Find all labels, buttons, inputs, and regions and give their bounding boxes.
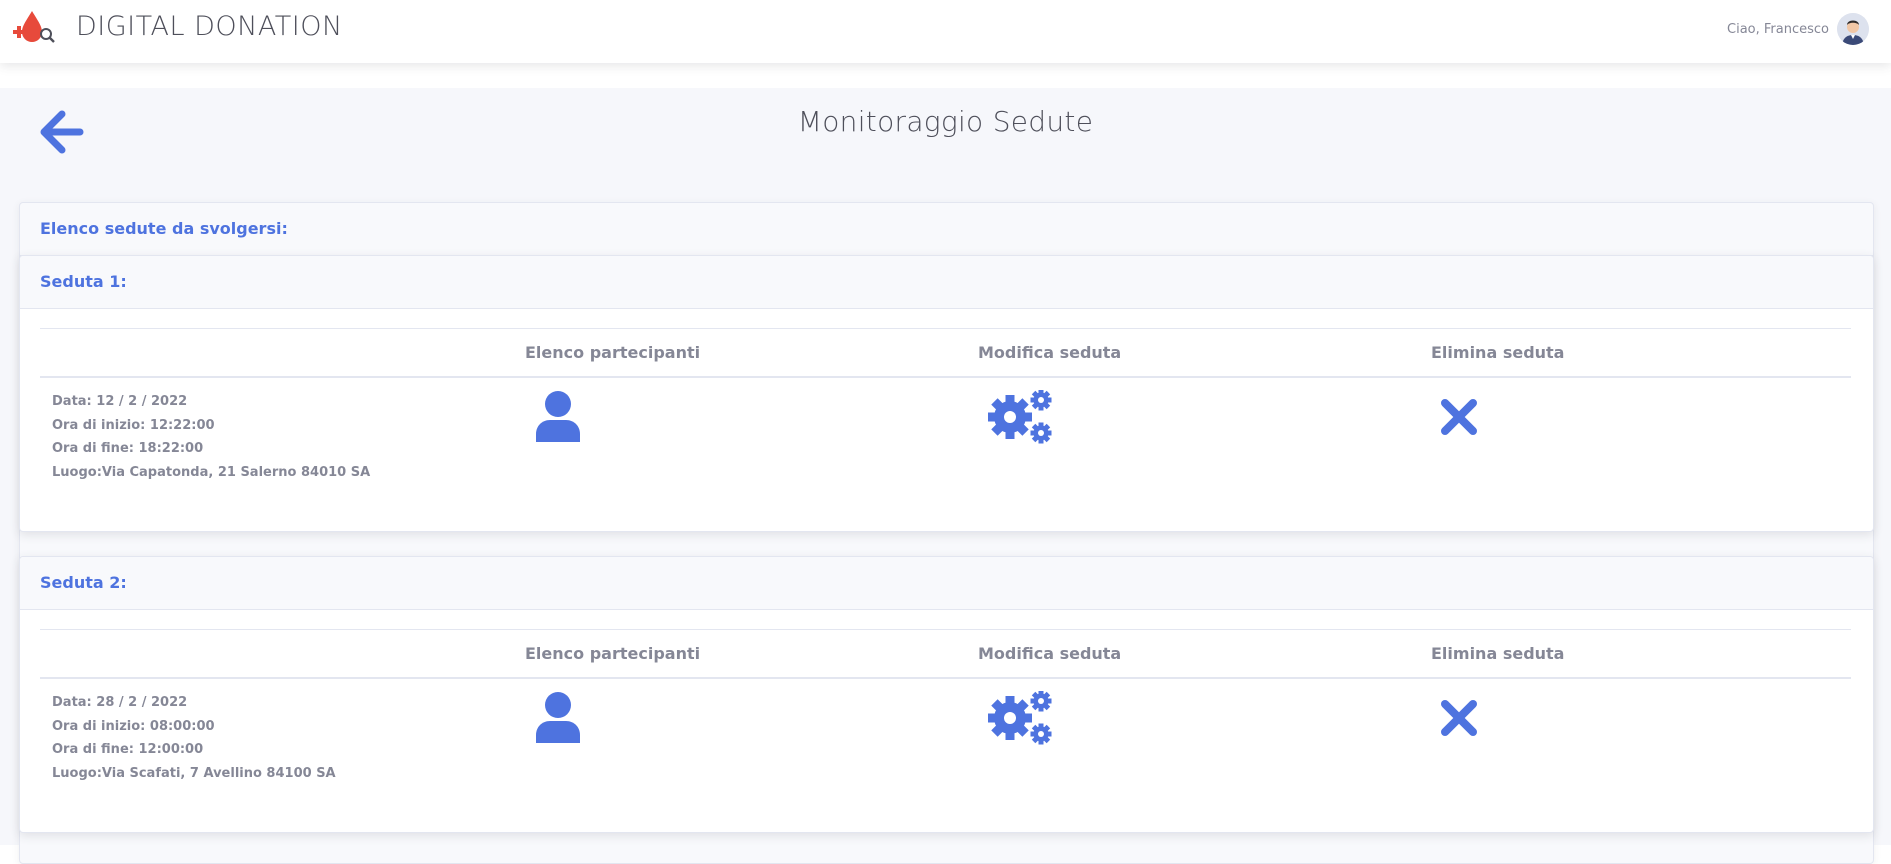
session-date: Data: 12 / 2 / 2022 [52,394,188,409]
brand-title[interactable]: DIGITAL DONATION [76,11,343,42]
col-delete-header: Elimina seduta [1431,343,1565,362]
times-icon[interactable] [1440,398,1478,436]
table-header-row: Elenco partecipanti Modifica seduta Elim… [40,629,1851,679]
page-title: Monitoraggio Sedute [797,105,1094,138]
table-row: Data: 12 / 2 / 2022 Ora di inizio: 12:22… [40,378,1851,498]
times-icon[interactable] [1440,699,1478,737]
session-title: Seduta 1: [20,256,1873,309]
table-header-row: Elenco partecipanti Modifica seduta Elim… [40,328,1851,378]
table-row: Data: 28 / 2 / 2022 Ora di inizio: 08:00… [40,679,1851,799]
session-location: Luogo:Via Capatonda, 21 Salerno 84010 SA [52,464,371,480]
session-start-time: Ora di inizio: 08:00:00 [52,718,215,734]
session-table: Elenco partecipanti Modifica seduta Elim… [40,629,1851,799]
cogs-icon[interactable] [988,691,1054,745]
session-start-time: Ora di inizio: 12:22:00 [52,417,215,433]
col-delete-header: Elimina seduta [1431,644,1565,663]
user-greeting[interactable]: Ciao, Francesco [1727,22,1829,37]
user-avatar-icon [1837,13,1869,45]
avatar[interactable] [1837,13,1869,45]
user-menu[interactable]: Ciao, Francesco [1727,13,1869,45]
session-title: Seduta 2: [20,557,1873,610]
col-participants-header: Elenco partecipanti [525,644,701,663]
col-edit-header: Modifica seduta [978,343,1122,362]
session-end-time: Ora di fine: 18:22:00 [52,441,204,456]
session-info: Data: 12 / 2 / 2022 Ora di inizio: 12:22… [52,390,370,484]
user-icon[interactable] [535,390,581,442]
topbar: DIGITAL DONATION Ciao, Francesco [0,0,1891,63]
col-participants-header: Elenco partecipanti [525,343,701,362]
user-icon[interactable] [535,691,581,743]
session-location: Luogo:Via Scafati, 7 Avellino 84100 SA [52,765,336,781]
session-card: Seduta 2: Elenco partecipanti Modifica s… [19,556,1874,833]
session-info: Data: 28 / 2 / 2022 Ora di inizio: 08:00… [52,691,336,785]
session-table: Elenco partecipanti Modifica seduta Elim… [40,328,1851,498]
session-card: Seduta 1: Elenco partecipanti Modifica s… [19,255,1874,532]
session-date: Data: 28 / 2 / 2022 [52,695,188,710]
sessions-list-title: Elenco sedute da svolgersi: [20,203,1873,256]
blood-drop-logo-icon[interactable] [12,9,56,43]
cogs-icon[interactable] [988,390,1054,444]
col-edit-header: Modifica seduta [978,644,1122,663]
session-end-time: Ora di fine: 12:00:00 [52,742,204,757]
